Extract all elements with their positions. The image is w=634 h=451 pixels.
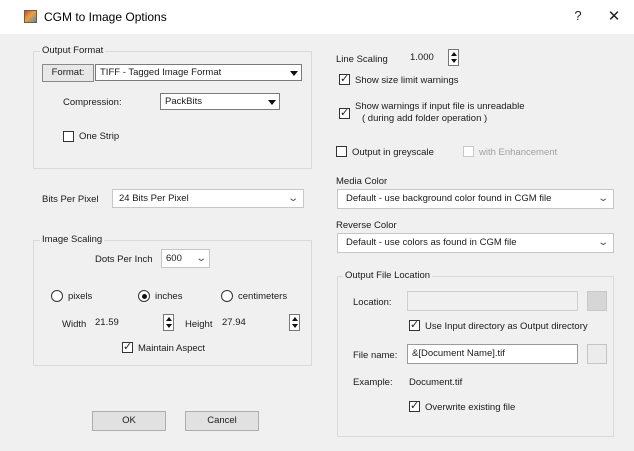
greyscale-checkbox[interactable] — [336, 146, 347, 157]
chevron-down-icon — [290, 71, 298, 76]
unreadable-warnings-label-line2: ( during add folder operation ) — [362, 113, 488, 124]
line-scaling-spinner[interactable] — [448, 49, 459, 66]
reverse-color-select[interactable]: Default - use colors as found in CGM fil… — [337, 233, 614, 253]
unreadable-warnings-checkbox[interactable] — [339, 106, 350, 119]
compression-label: Compression: — [63, 97, 122, 108]
window-title: CGM to Image Options — [44, 10, 167, 24]
location-label: Location: — [353, 297, 392, 308]
maintain-aspect-checkbox[interactable] — [122, 340, 133, 353]
one-strip-checkbox[interactable] — [63, 131, 74, 142]
width-spinner[interactable] — [163, 314, 174, 331]
location-browse-button[interactable] — [587, 291, 607, 311]
compression-select-value: PackBits — [165, 96, 202, 107]
file-name-browse-button[interactable] — [587, 344, 607, 364]
output-file-location-group-label: Output File Location — [343, 270, 433, 281]
height-label: Height — [185, 319, 213, 330]
line-scaling-field[interactable]: 1.000 — [406, 48, 442, 68]
width-label: Width — [62, 319, 87, 330]
dpi-value: 600 — [166, 253, 182, 264]
example-value: Document.tif — [409, 377, 463, 388]
chevron-down-icon: ⌄ — [194, 253, 207, 264]
inches-label: inches — [155, 291, 183, 302]
media-color-label: Media Color — [336, 176, 388, 187]
overwrite-checkbox[interactable] — [409, 399, 420, 412]
height-value: 27.94 — [222, 317, 246, 328]
size-limit-warnings-label: Show size limit warnings — [355, 75, 459, 86]
example-label: Example: — [353, 377, 393, 388]
height-field[interactable]: 27.94 — [218, 313, 288, 333]
unreadable-warnings-label-line1: Show warnings if input file is unreadabl… — [355, 101, 525, 112]
maintain-aspect-label: Maintain Aspect — [138, 343, 206, 354]
enhancement-checkbox[interactable] — [463, 146, 474, 157]
pixels-radio[interactable] — [51, 290, 63, 302]
one-strip-label: One Strip — [79, 131, 120, 142]
line-scaling-value: 1.000 — [410, 52, 434, 63]
dpi-label: Dots Per Inch — [95, 254, 153, 265]
image-scaling-group-label: Image Scaling — [40, 234, 105, 245]
inches-radio[interactable] — [138, 290, 150, 302]
centimeters-radio[interactable] — [221, 290, 233, 302]
media-color-select[interactable]: Default - use background color found in … — [337, 189, 614, 209]
format-button[interactable]: Format: — [42, 64, 94, 82]
line-scaling-label: Line Scaling — [336, 54, 388, 65]
centimeters-label: centimeters — [238, 291, 288, 302]
pixels-label: pixels — [68, 291, 93, 302]
width-value: 21.59 — [95, 317, 119, 328]
media-color-value: Default - use background color found in … — [346, 193, 552, 204]
chevron-down-icon: ⌄ — [596, 237, 609, 248]
chevron-down-icon: ⌄ — [596, 193, 609, 204]
chevron-down-icon: ⌄ — [286, 193, 299, 204]
output-format-group-label: Output Format — [40, 45, 106, 56]
bits-per-pixel-value: 24 Bits Per Pixel — [119, 193, 189, 204]
file-name-label: File name: — [353, 350, 398, 361]
greyscale-label: Output in greyscale — [352, 147, 434, 158]
file-name-field[interactable]: &[Document Name].tif — [407, 344, 578, 364]
help-button[interactable]: ? — [568, 8, 588, 26]
compression-select[interactable]: PackBits — [160, 93, 280, 110]
use-input-dir-checkbox[interactable] — [409, 318, 420, 331]
bits-per-pixel-label: Bits Per Pixel — [42, 194, 99, 205]
app-icon — [24, 10, 37, 23]
location-field[interactable] — [407, 291, 578, 311]
cgm-to-image-options-dialog: CGM to Image Options ? ✕ Output Format F… — [0, 0, 634, 451]
use-input-dir-label: Use Input directory as Output directory — [425, 321, 588, 332]
chevron-down-icon — [268, 100, 276, 105]
ok-button[interactable]: OK — [92, 411, 166, 431]
height-spinner[interactable] — [289, 314, 300, 331]
format-select[interactable]: TIFF - Tagged Image Format — [95, 64, 302, 81]
overwrite-label: Overwrite existing file — [425, 402, 516, 413]
enhancement-label: with Enhancement — [479, 147, 558, 158]
title-bar: CGM to Image Options ? ✕ — [0, 0, 634, 34]
cancel-button[interactable]: Cancel — [185, 411, 259, 431]
width-field[interactable]: 21.59 — [91, 313, 161, 333]
close-icon[interactable]: ✕ — [604, 7, 624, 25]
reverse-color-label: Reverse Color — [336, 220, 397, 231]
size-limit-warnings-checkbox[interactable] — [339, 72, 350, 85]
format-select-value: TIFF - Tagged Image Format — [100, 67, 222, 78]
bits-per-pixel-select[interactable]: 24 Bits Per Pixel ⌄ — [112, 189, 304, 208]
dpi-select[interactable]: 600 ⌄ — [161, 249, 210, 268]
file-name-value: &[Document Name].tif — [412, 348, 505, 359]
reverse-color-value: Default - use colors as found in CGM fil… — [346, 237, 517, 248]
